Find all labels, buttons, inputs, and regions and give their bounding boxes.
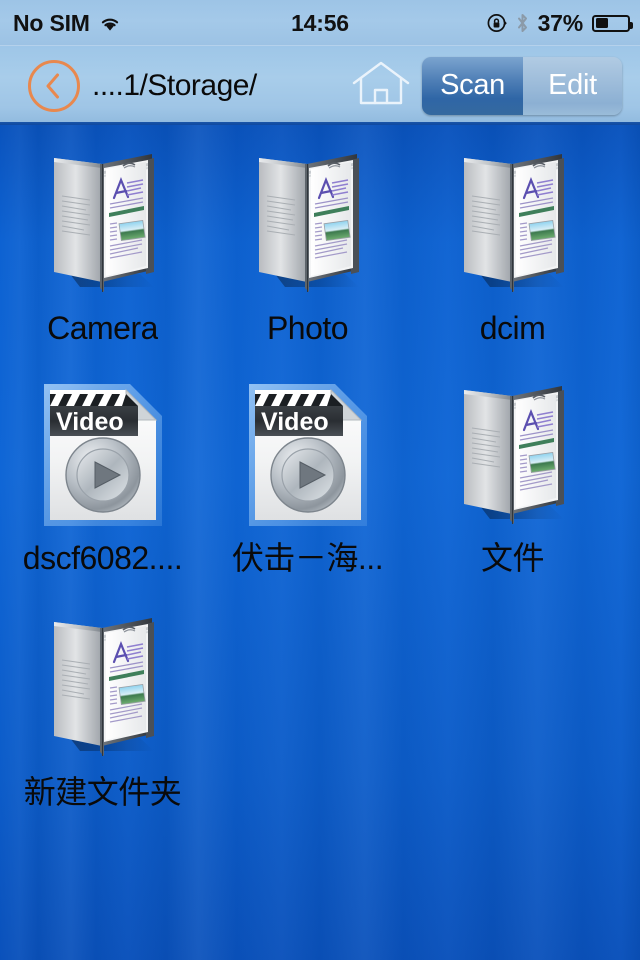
file-icon-wrap: Video [243, 366, 373, 544]
home-button[interactable] [349, 60, 413, 112]
status-bar-right: 37% [487, 9, 640, 36]
breadcrumb-path: ....1/Storage/ [92, 68, 257, 102]
battery-percent-label: 37% [537, 9, 584, 36]
file-icon-wrap [438, 366, 588, 544]
video-label: Video [261, 408, 329, 436]
folder-book-icon [53, 154, 154, 292]
file-item[interactable]: Photo [205, 134, 410, 366]
video-file-icon: Video [248, 384, 367, 526]
file-name-label: Photo [266, 312, 349, 344]
status-bar-left: No SIM [0, 9, 121, 36]
file-name-label: dscf6082.... [22, 542, 183, 574]
file-item[interactable]: 文件 [410, 366, 615, 598]
file-icon-wrap [28, 134, 178, 312]
chevron-left-icon [45, 73, 61, 99]
file-icon-wrap [28, 598, 178, 776]
file-name-label: 伏击－海... [231, 542, 384, 574]
file-item[interactable]: Camera [0, 134, 205, 366]
folder-book-icon [53, 618, 154, 756]
video-label: Video [56, 408, 124, 436]
carrier-label: No SIM [13, 9, 90, 36]
file-icon-wrap: Video [38, 366, 168, 544]
folder-book-icon [463, 154, 564, 292]
tab-edit[interactable]: Edit [523, 56, 622, 115]
navigation-bar: ....1/Storage/ Scan Edit [0, 46, 640, 125]
file-icon-wrap [233, 134, 383, 312]
video-file-icon: Video [43, 384, 162, 526]
home-icon [351, 59, 411, 112]
file-item[interactable]: 新建文件夹 [0, 598, 205, 830]
folder-book-icon [258, 154, 359, 292]
segmented-control[interactable]: Scan Edit [422, 56, 622, 115]
file-item[interactable]: Video 伏击－海... [205, 366, 410, 598]
rotation-lock-icon [487, 13, 507, 33]
battery-fill [595, 18, 609, 28]
file-grid: Camera Photo dcim Video dscf6082.... Vid… [0, 125, 640, 830]
status-bar: No SIM 14:56 37% [0, 0, 640, 46]
file-browser-content: Camera Photo dcim Video dscf6082.... Vid… [0, 125, 640, 960]
bluetooth-icon [516, 13, 529, 33]
file-name-label: 新建文件夹 [23, 776, 182, 808]
file-item[interactable]: Video dscf6082.... [0, 366, 205, 598]
wifi-icon [99, 15, 121, 32]
file-name-label: dcim [479, 312, 546, 344]
back-button[interactable] [28, 59, 80, 112]
file-icon-wrap [438, 134, 588, 312]
tab-scan[interactable]: Scan [422, 56, 523, 115]
file-name-label: 文件 [480, 542, 544, 574]
battery-icon [592, 14, 633, 32]
clock-label: 14:56 [291, 9, 349, 36]
folder-book-icon [463, 386, 564, 524]
file-name-label: Camera [47, 312, 158, 344]
file-item[interactable]: dcim [410, 134, 615, 366]
